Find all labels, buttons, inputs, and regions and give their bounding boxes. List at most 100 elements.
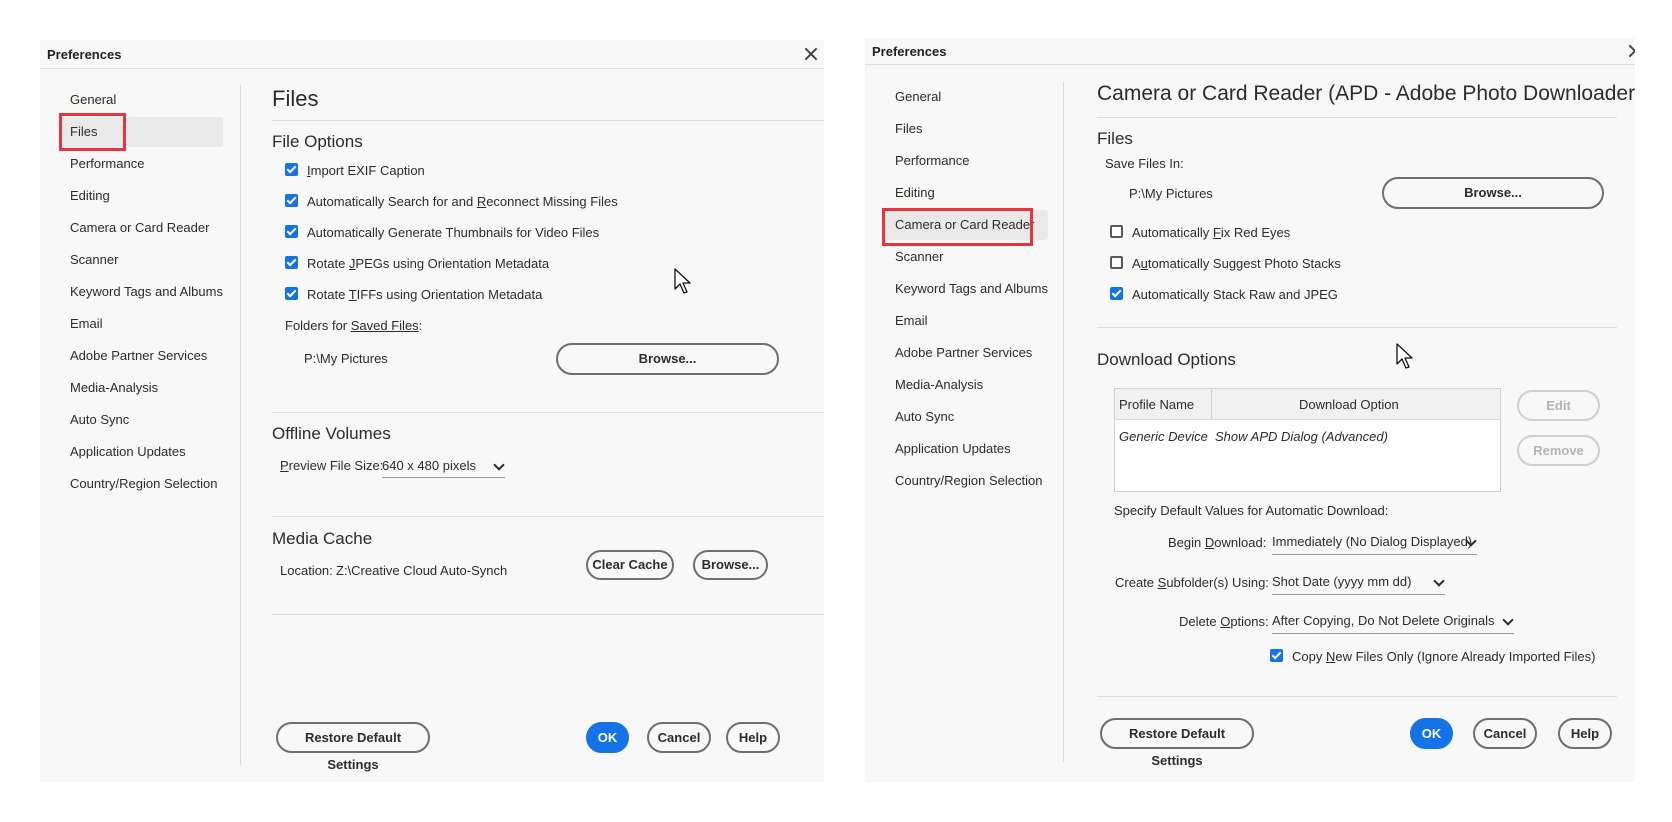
sidebar-item-scanner[interactable]: Scanner	[59, 245, 118, 275]
checkbox-import-exif[interactable]	[285, 163, 298, 176]
section-divider	[272, 412, 824, 413]
table-cell: Generic Device	[1119, 429, 1208, 444]
section-divider	[272, 516, 824, 517]
checkbox-reconnect-missing[interactable]	[285, 194, 298, 207]
checkbox-label: Automatically Stack Raw and JPEG	[1132, 287, 1338, 302]
checkbox-copy-new-only[interactable]	[1270, 649, 1283, 662]
sidebar-item-files[interactable]: Files	[59, 117, 223, 147]
sidebar-item-keyword-tags[interactable]: Keyword Tags and Albums	[59, 277, 223, 307]
heading-divider	[272, 120, 824, 121]
preferences-dialog-camera: Preferences General Files Performance Ed…	[865, 38, 1635, 782]
checkbox-label: Automatically Suggest Photo Stacks	[1132, 256, 1341, 271]
checkbox-fix-red-eyes[interactable]	[1110, 225, 1123, 238]
browse-button[interactable]: Browse...	[693, 550, 768, 580]
save-files-label: Save Files In:	[1105, 156, 1184, 171]
checkbox-video-thumbnails[interactable]	[285, 225, 298, 238]
preferences-dialog-files: Preferences General Files Performance Ed…	[40, 40, 824, 782]
section-divider	[1097, 327, 1617, 328]
subfolder-dropdown[interactable]: Shot Date (yyyy mm dd)	[1272, 574, 1445, 595]
close-icon[interactable]	[804, 47, 818, 61]
dropdown-value: After Copying, Do Not Delete Originals	[1272, 613, 1495, 628]
dropdown-value: Shot Date (yyyy mm dd)	[1272, 574, 1412, 589]
browse-button[interactable]: Browse...	[556, 343, 779, 375]
specify-defaults-label: Specify Default Values for Automatic Dow…	[1114, 503, 1389, 518]
sidebar-item-country-region[interactable]: Country/Region Selection	[884, 466, 1042, 496]
sidebar-item-partner-services[interactable]: Adobe Partner Services	[884, 338, 1032, 368]
checkbox-label: Rotate TIFFs using Orientation Metadata	[307, 287, 543, 302]
remove-button[interactable]: Remove	[1517, 435, 1600, 466]
checkbox-label: Automatically Generate Thumbnails for Vi…	[307, 225, 600, 240]
restore-defaults-button[interactable]: Restore Default Settings	[1100, 718, 1254, 768]
location-label: Location:	[280, 563, 333, 578]
sidebar-item-country-region[interactable]: Country/Region Selection	[59, 469, 217, 499]
section-title-download-options: Download Options	[1097, 350, 1236, 369]
restore-defaults-button[interactable]: Restore Default Settings	[276, 722, 430, 772]
dropdown-value: 640 x 480 pixels	[382, 458, 476, 473]
sidebar-item-performance[interactable]: Performance	[884, 146, 969, 176]
section-title-offline-volumes: Offline Volumes	[272, 424, 391, 443]
column-header-download-option: Download Option	[1299, 397, 1399, 412]
sidebar-item-media-analysis[interactable]: Media-Analysis	[59, 373, 158, 403]
chevron-down-icon	[1502, 614, 1514, 626]
mouse-cursor-icon	[674, 268, 691, 294]
help-button[interactable]: Help	[1558, 718, 1612, 749]
sidebar-item-email[interactable]: Email	[884, 306, 928, 336]
sidebar-item-app-updates[interactable]: Application Updates	[884, 434, 1011, 464]
cancel-button[interactable]: Cancel	[647, 722, 711, 753]
preview-size-label: Preview File Size:	[280, 458, 384, 473]
dropdown-value: Immediately (No Dialog Displayed)	[1272, 534, 1473, 549]
column-header-profile-name: Profile Name	[1119, 397, 1195, 412]
sidebar-item-scanner[interactable]: Scanner	[884, 242, 943, 272]
edit-button[interactable]: Edit	[1517, 390, 1600, 421]
checkbox-label: Rotate JPEGs using Orientation Metadata	[307, 256, 550, 271]
help-button[interactable]: Help	[726, 722, 780, 753]
download-profiles-table: Profile Name Download Option Generic Dev…	[1114, 388, 1501, 492]
sidebar-item-editing[interactable]: Editing	[59, 181, 110, 211]
close-icon[interactable]	[1628, 44, 1635, 58]
sidebar-item-general[interactable]: General	[884, 82, 941, 112]
mouse-cursor-icon	[1396, 343, 1413, 369]
delete-options-dropdown[interactable]: After Copying, Do Not Delete Originals	[1272, 613, 1514, 634]
sidebar-item-partner-services[interactable]: Adobe Partner Services	[59, 341, 207, 371]
preview-size-dropdown[interactable]: 640 x 480 pixels	[382, 458, 505, 478]
sidebar-item-media-analysis[interactable]: Media-Analysis	[884, 370, 983, 400]
subfolder-label: Create Subfolder(s) Using:	[1115, 575, 1269, 590]
page-title: Camera or Card Reader (APD - Adobe Photo…	[1097, 82, 1635, 105]
begin-download-dropdown[interactable]: Immediately (No Dialog Displayed)	[1272, 534, 1477, 555]
sidebar-item-auto-sync[interactable]: Auto Sync	[59, 405, 129, 435]
checkbox-label: Import EXIF Caption	[307, 163, 425, 178]
checkbox-rotate-tiffs[interactable]	[285, 287, 298, 300]
ok-button[interactable]: OK	[1410, 718, 1453, 749]
sidebar-item-email[interactable]: Email	[59, 309, 103, 339]
cancel-button[interactable]: Cancel	[1473, 718, 1537, 749]
checkbox-stack-raw-jpeg[interactable]	[1110, 287, 1123, 300]
save-files-path: P:\My Pictures	[1129, 186, 1213, 201]
sidebar-divider	[1063, 82, 1064, 762]
checkbox-label: Copy New Files Only (Ignore Already Impo…	[1292, 649, 1596, 664]
section-divider	[272, 614, 824, 615]
section-title-files: Files	[1097, 129, 1133, 148]
saved-files-path: P:\My Pictures	[304, 351, 388, 366]
sidebar-item-app-updates[interactable]: Application Updates	[59, 437, 186, 467]
title-divider	[865, 64, 1635, 65]
browse-button[interactable]: Browse...	[1382, 177, 1604, 209]
clear-cache-button[interactable]: Clear Cache	[586, 550, 674, 580]
sidebar-item-general[interactable]: General	[59, 85, 116, 115]
section-divider	[1097, 696, 1617, 697]
delete-options-label: Delete Options:	[1179, 614, 1269, 629]
sidebar-item-editing[interactable]: Editing	[884, 178, 935, 208]
checkbox-suggest-stacks[interactable]	[1110, 256, 1123, 269]
sidebar-divider	[240, 85, 241, 765]
sidebar-item-files[interactable]: Files	[884, 114, 922, 144]
sidebar-item-keyword-tags[interactable]: Keyword Tags and Albums	[884, 274, 1048, 304]
checkbox-rotate-jpegs[interactable]	[285, 256, 298, 269]
table-cell: Show APD Dialog (Advanced)	[1215, 429, 1388, 444]
sidebar-item-auto-sync[interactable]: Auto Sync	[884, 402, 954, 432]
checkbox-label: Automatically Fix Red Eyes	[1132, 225, 1291, 240]
section-title-file-options: File Options	[272, 132, 363, 151]
sidebar-item-camera[interactable]: Camera or Card Reader	[59, 213, 209, 243]
sidebar-item-performance[interactable]: Performance	[59, 149, 144, 179]
sidebar-item-camera[interactable]: Camera or Card Reader	[884, 210, 1048, 240]
page-title: Files	[272, 86, 319, 111]
ok-button[interactable]: OK	[586, 722, 629, 753]
